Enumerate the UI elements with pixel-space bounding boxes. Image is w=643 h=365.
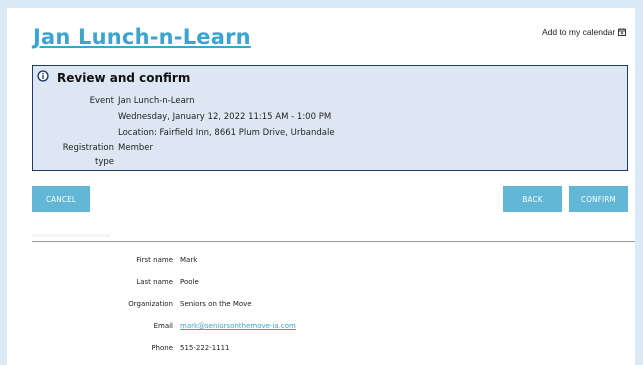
- add-to-calendar-label: Add to my calendar: [542, 27, 616, 37]
- first-name-value: Mark: [180, 256, 198, 264]
- registration-type-label-line2: type: [95, 157, 114, 167]
- registration-type-value: Member: [118, 143, 153, 153]
- event-location: Location: Fairfield Inn, 8661 Plum Drive…: [118, 128, 335, 138]
- organization-value: Seniors on the Move: [180, 300, 252, 308]
- event-label: Event: [89, 96, 114, 106]
- calendar-icon: [618, 28, 627, 36]
- section-divider: [32, 241, 635, 242]
- event-datetime: Wednesday, January 12, 2022 11:15 AM - 1…: [118, 112, 332, 122]
- email-link[interactable]: mark@seniorsonthemove-ia.com: [180, 322, 296, 330]
- email-label: Email: [153, 322, 173, 330]
- registration-type-label: Registration: [62, 143, 114, 153]
- organization-label: Organization: [128, 300, 173, 308]
- phone-value: 515-222-1111: [180, 344, 230, 352]
- phone-label: Phone: [151, 344, 173, 352]
- back-button[interactable]: BACK: [503, 186, 562, 212]
- last-name-label: Last name: [136, 278, 173, 286]
- last-name-value: Poole: [180, 278, 199, 286]
- cancel-button[interactable]: CANCEL: [32, 186, 90, 212]
- section-header: [32, 234, 110, 237]
- window-frame-right: [635, 0, 643, 365]
- event-title-link[interactable]: Jan Lunch-n-Learn: [33, 25, 251, 49]
- window-frame-left: [0, 0, 7, 365]
- confirm-button[interactable]: CONFIRM: [569, 186, 628, 212]
- info-icon: [37, 70, 49, 82]
- event-name: Jan Lunch-n-Learn: [118, 96, 195, 106]
- review-heading: Review and confirm: [57, 71, 191, 85]
- window-frame-top: [0, 0, 643, 8]
- add-to-calendar-link[interactable]: Add to my calendar: [542, 27, 627, 37]
- first-name-label: First name: [136, 256, 173, 264]
- registration-page: Jan Lunch-n-Learn Add to my calendar Rev…: [7, 8, 635, 365]
- review-confirm-panel: Review and confirm Event Jan Lunch-n-Lea…: [32, 65, 628, 171]
